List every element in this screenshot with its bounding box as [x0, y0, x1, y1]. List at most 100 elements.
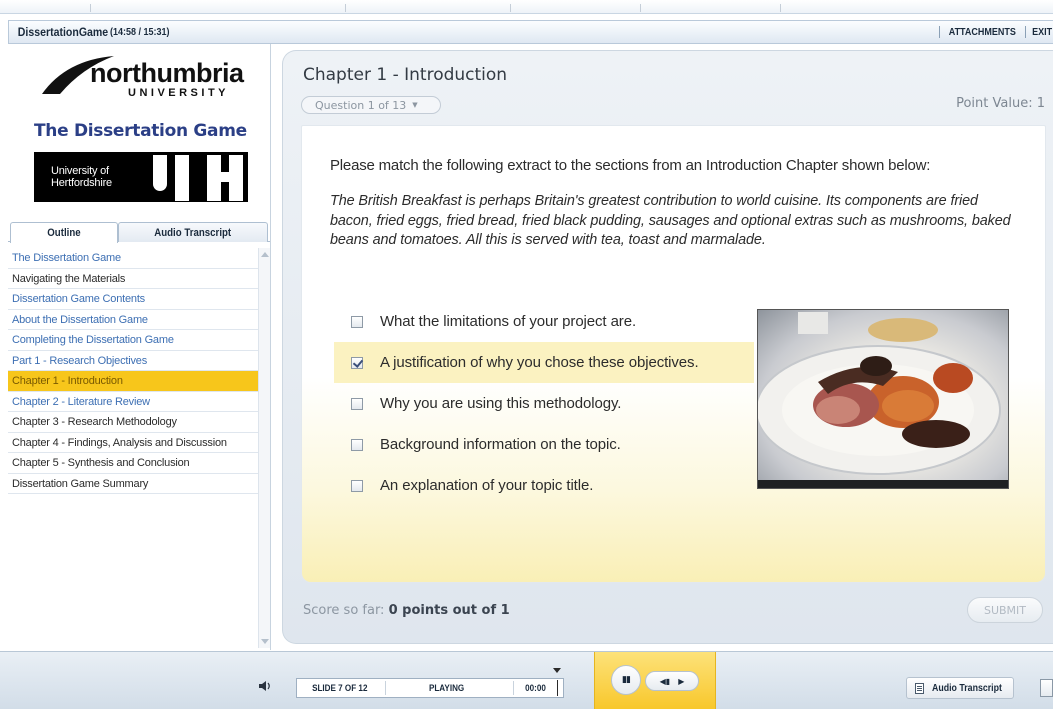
hertfordshire-line1: University of — [51, 165, 109, 177]
chapter-title: Chapter 1 - Introduction — [303, 65, 508, 85]
northumbria-wordmark: northumbria — [90, 58, 244, 88]
strip-tick — [345, 4, 346, 12]
outline-item[interactable]: Completing the Dissertation Game — [8, 330, 258, 351]
course-title: The Dissertation Game — [34, 121, 247, 141]
photo-caption-bar — [758, 480, 1008, 488]
status-divider — [513, 681, 514, 695]
slide-counter: SLIDE 7 OF 12 — [312, 683, 368, 693]
northumbria-sub: UNIVERSITY — [128, 87, 230, 99]
tab-audio-transcript-label: Audio Transcript — [154, 226, 232, 239]
outline-item[interactable]: Chapter 5 - Synthesis and Conclusion — [8, 453, 258, 474]
next-slide-icon[interactable]: ▶ — [678, 677, 684, 686]
player-controls: ▮▮ ◀▮ ▶ — [594, 652, 716, 709]
hertfordshire-name: University of Hertfordshire — [51, 165, 112, 189]
seek-cursor — [557, 680, 558, 696]
answer-option[interactable]: What the limitations of your project are… — [334, 301, 754, 342]
answer-option-label: An explanation of your topic title. — [380, 477, 594, 494]
outline-item[interactable]: Chapter 4 - Findings, Analysis and Discu… — [8, 433, 258, 453]
answer-option-label: What the limitations of your project are… — [380, 313, 637, 330]
sidebar: northumbria UNIVERSITY The Dissertation … — [8, 44, 271, 650]
player-bar: SLIDE 7 OF 12 PLAYING 00:00 ▮▮ ◀▮ ▶ Audi… — [0, 651, 1053, 709]
checkbox[interactable] — [351, 479, 363, 492]
question-extract: The British Breakfast is perhaps Britain… — [330, 193, 1011, 248]
volume-icon[interactable] — [258, 680, 272, 692]
pause-icon: ▮▮ — [622, 675, 631, 685]
outline-item[interactable]: Navigating the Materials — [8, 269, 258, 289]
slide-panel: Chapter 1 - Introduction Question 1 of 1… — [282, 50, 1053, 644]
strip-tick — [90, 4, 91, 12]
previous-slide-icon[interactable]: ◀▮ — [660, 677, 671, 686]
course-timer: (14:58 / 15:31) — [109, 26, 170, 38]
answer-option[interactable]: An explanation of your topic title. — [334, 465, 754, 506]
transcript-icon — [915, 682, 924, 694]
tab-outline-label: Outline — [47, 227, 81, 239]
outline-list: The Dissertation Game Navigating the Mate… — [8, 248, 258, 494]
outline-item[interactable]: About the Dissertation Game — [8, 310, 258, 330]
question-card: Please match the following extract to th… — [301, 125, 1046, 583]
breakfast-photo — [757, 309, 1009, 489]
slide-nav-buttons[interactable]: ◀▮ ▶ — [645, 671, 699, 691]
submit-button[interactable]: SUBMIT — [967, 597, 1043, 623]
answer-option-label: Background information on the topic. — [380, 436, 621, 453]
outline-item[interactable]: Part 1 - Research Objectives — [8, 351, 258, 371]
chevron-down-icon: ▼ — [412, 101, 418, 109]
checkbox-checked[interactable] — [351, 356, 363, 369]
playback-state: PLAYING — [428, 683, 465, 693]
playback-time: 00:00 — [525, 683, 546, 693]
attachments-link[interactable]: ATTACHMENTS — [949, 27, 1016, 38]
uh-bar — [153, 155, 167, 191]
question-instruction: Please match the following extract to th… — [330, 157, 931, 174]
app-title: DissertationGame — [17, 25, 109, 39]
scroll-down-icon[interactable] — [261, 639, 269, 644]
strip-tick — [780, 4, 781, 12]
score-display: Score so far: 0 points out of 1 — [303, 603, 510, 618]
outline-item[interactable]: Chapter 1 - Introduction — [8, 371, 258, 392]
outline-item[interactable]: The Dissertation Game — [8, 248, 258, 269]
uh-bar — [229, 155, 243, 201]
status-divider — [385, 681, 386, 695]
scroll-up-icon[interactable] — [261, 252, 269, 257]
question-selector[interactable]: Question 1 of 13 ▼ — [301, 96, 441, 114]
hertfordshire-line2: Hertfordshire — [51, 177, 112, 189]
outline-scrollbar[interactable] — [258, 248, 270, 648]
uh-bar — [175, 155, 189, 201]
playback-status: SLIDE 7 OF 12 PLAYING 00:00 — [296, 668, 564, 698]
outline-item[interactable]: Dissertation Game Contents — [8, 289, 258, 310]
title-bar: DissertationGame (14:58 / 15:31) ATTACHM… — [8, 20, 1053, 44]
tab-outline[interactable]: Outline — [10, 222, 118, 243]
score-label: Score so far: — [303, 603, 385, 618]
pause-button[interactable]: ▮▮ — [611, 665, 641, 695]
outline-item[interactable]: Chapter 3 - Research Methodology — [8, 412, 258, 433]
hertfordshire-logo: University of Hertfordshire — [34, 152, 248, 202]
outline-item[interactable]: Chapter 2 - Literature Review — [8, 392, 258, 412]
fullscreen-icon[interactable] — [1040, 679, 1053, 697]
tab-audio-transcript[interactable]: Audio Transcript — [118, 222, 268, 242]
northumbria-logo: northumbria UNIVERSITY — [38, 54, 253, 104]
checkbox[interactable] — [351, 315, 363, 328]
answer-option[interactable]: Why you are using this methodology. — [334, 383, 754, 424]
score-value: 0 points out of 1 — [388, 603, 510, 618]
answer-option[interactable]: Background information on the topic. — [334, 424, 754, 465]
strip-tick — [510, 4, 511, 12]
link-divider — [939, 26, 941, 38]
sidebar-tabs: Outline Audio Transcript — [8, 220, 270, 243]
audio-transcript-button[interactable]: Audio Transcript — [906, 677, 1014, 699]
strip-tick — [640, 4, 641, 12]
outline-item[interactable]: Dissertation Game Summary — [8, 474, 258, 494]
seek-marker-icon[interactable] — [553, 668, 561, 673]
answer-option[interactable]: A justification of why you chose these o… — [334, 342, 754, 383]
breakfast-illustration-icon — [758, 312, 1001, 475]
answer-options: What the limitations of your project are… — [334, 301, 754, 506]
uh-monogram-icon — [131, 152, 248, 202]
point-value: Point Value: 1 — [956, 96, 1045, 111]
checkbox[interactable] — [351, 397, 363, 410]
link-divider — [1024, 26, 1026, 38]
title-links: ATTACHMENTS EXIT — [934, 21, 1053, 43]
answer-option-label: A justification of why you chose these o… — [380, 354, 699, 371]
checkbox[interactable] — [351, 438, 363, 451]
question-indicator: Question 1 of 13 — [315, 98, 407, 112]
top-strip — [0, 0, 1053, 14]
audio-transcript-label: Audio Transcript — [932, 682, 1002, 694]
answer-option-label: Why you are using this methodology. — [380, 395, 622, 412]
exit-link[interactable]: EXIT — [1032, 27, 1052, 38]
